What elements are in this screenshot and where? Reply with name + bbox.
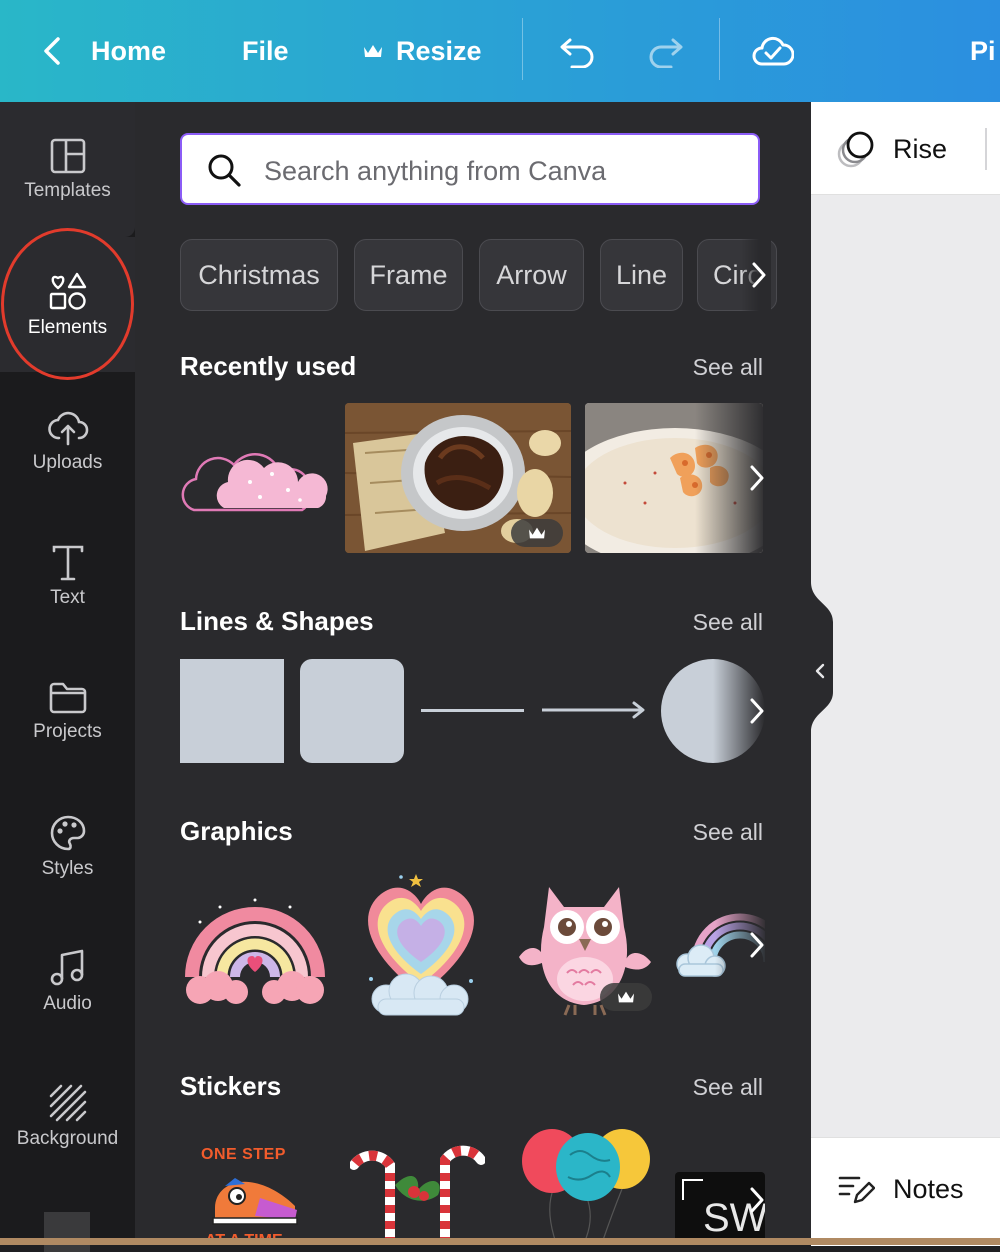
sidebar-item-label: Projects: [33, 720, 102, 742]
chips-next-arrow-icon[interactable]: [741, 257, 777, 293]
chip-arrow[interactable]: Arrow: [479, 239, 584, 311]
music-note-icon: [50, 949, 83, 985]
search-box[interactable]: [180, 133, 760, 205]
sidebar-item-templates[interactable]: Templates: [0, 102, 135, 237]
search-input[interactable]: [262, 145, 746, 197]
sidebar-item-label: Styles: [41, 857, 94, 879]
undo-icon[interactable]: [558, 0, 598, 102]
file-menu-button[interactable]: File: [242, 0, 289, 102]
chip-christmas[interactable]: Christmas: [180, 239, 338, 311]
sidebar-item-styles[interactable]: Styles: [0, 779, 135, 914]
chip-frame[interactable]: Frame: [354, 239, 463, 311]
rounded-square-shape[interactable]: [300, 659, 404, 763]
animation-circles-icon: [837, 131, 874, 168]
sidebar-item-label: Elements: [27, 316, 108, 338]
square-shape[interactable]: [180, 659, 284, 763]
sidebar-item-label: Text: [50, 586, 85, 608]
animation-toolbar: Rise: [811, 102, 1000, 195]
recent-chicken-photo[interactable]: [345, 403, 571, 553]
premium-badge: [511, 519, 563, 547]
graphic-rainbow[interactable]: [180, 882, 330, 1007]
sidebar-item-elements[interactable]: Elements: [0, 237, 135, 372]
user-name-truncated[interactable]: Pi: [970, 0, 996, 102]
sticker-one-step[interactable]: ONE STEP AT A TIME: [195, 1140, 315, 1245]
crown-icon: [529, 527, 545, 539]
animation-label: Rise: [893, 133, 948, 164]
sidebar-item-label: Audio: [43, 992, 92, 1014]
toolbar-divider: [985, 128, 987, 170]
elements-icon: [49, 272, 86, 310]
search-icon: [208, 154, 241, 187]
chip-line[interactable]: Line: [600, 239, 683, 311]
bottom-strip: [0, 1238, 1000, 1245]
section-title-stickers: Stickers: [180, 1071, 282, 1101]
sidebar-item-uploads[interactable]: Uploads: [0, 374, 135, 509]
toolbar-divider: [522, 18, 523, 80]
animation-rise-button[interactable]: Rise: [835, 128, 947, 170]
text-t-icon: [52, 545, 83, 580]
crown-icon: [618, 991, 634, 1003]
graphic-rainbow-heart[interactable]: [356, 869, 486, 1019]
recently-used-next-arrow-icon[interactable]: [739, 460, 775, 496]
cloud-check-icon[interactable]: [752, 0, 794, 102]
upload-cloud-icon: [47, 411, 88, 445]
redo-icon[interactable]: [645, 0, 685, 102]
resize-label: Resize: [396, 35, 482, 66]
graphics-next-arrow-icon[interactable]: [739, 927, 775, 963]
line-shape[interactable]: [421, 709, 524, 712]
crown-icon: [364, 45, 382, 57]
sidebar-item-projects[interactable]: Projects: [0, 644, 135, 779]
resize-button[interactable]: Resize: [362, 0, 482, 102]
see-all-recently-used[interactable]: See all: [693, 354, 763, 381]
graphic-pink-owl[interactable]: [509, 867, 661, 1019]
recent-shrimp-photo[interactable]: [585, 403, 763, 553]
back-chevron-icon[interactable]: [40, 0, 64, 102]
palette-icon: [50, 815, 85, 850]
sidebar-item-background[interactable]: Background: [0, 1049, 135, 1184]
sidebar-item-label: Templates: [24, 179, 111, 201]
notes-footer: Notes: [811, 1137, 1000, 1246]
sidebar-item-label: Uploads: [32, 451, 103, 473]
see-all-stickers[interactable]: See all: [693, 1074, 763, 1101]
collapse-panel-button[interactable]: [807, 582, 833, 732]
notes-label: Notes: [893, 1173, 964, 1204]
stickers-next-arrow-icon[interactable]: [739, 1182, 775, 1218]
section-title-recently-used: Recently used: [180, 351, 357, 381]
section-title-graphics: Graphics: [180, 816, 293, 846]
elements-panel: Christmas Frame Arrow Line Circ Recently…: [135, 102, 811, 1245]
see-all-lines-shapes[interactable]: See all: [693, 609, 763, 636]
templates-icon: [50, 138, 85, 173]
sidebar-item-label: Background: [16, 1127, 119, 1149]
left-sidebar: Templates Elements Uploads Text Projects…: [0, 102, 135, 1252]
arrow-line-shape[interactable]: [540, 698, 648, 722]
see-all-graphics[interactable]: See all: [693, 819, 763, 846]
sidebar-item-audio[interactable]: Audio: [0, 914, 135, 1049]
lines-shapes-next-arrow-icon[interactable]: [739, 693, 775, 729]
folder-icon: [49, 682, 86, 713]
hatch-pattern-icon: [49, 1084, 86, 1121]
toolbar-divider: [719, 18, 720, 80]
top-toolbar: Home File Resize Pi: [0, 0, 1000, 102]
design-canvas-area: Rise Notes: [811, 102, 1000, 1246]
sticker-balloons[interactable]: [520, 1125, 650, 1245]
notes-pencil-icon: [838, 1176, 875, 1204]
section-title-lines-shapes: Lines & Shapes: [180, 606, 374, 636]
home-button[interactable]: Home: [91, 0, 166, 102]
sticker-candy-canes[interactable]: [350, 1130, 485, 1245]
sidebar-more-thumbnail[interactable]: [44, 1212, 90, 1252]
sidebar-item-text[interactable]: Text: [0, 509, 135, 644]
recent-cloud-graphic[interactable]: [180, 422, 330, 512]
sticker-text-top: ONE STEP: [201, 1146, 286, 1163]
premium-badge: [600, 983, 652, 1011]
notes-button[interactable]: Notes: [837, 1172, 964, 1206]
